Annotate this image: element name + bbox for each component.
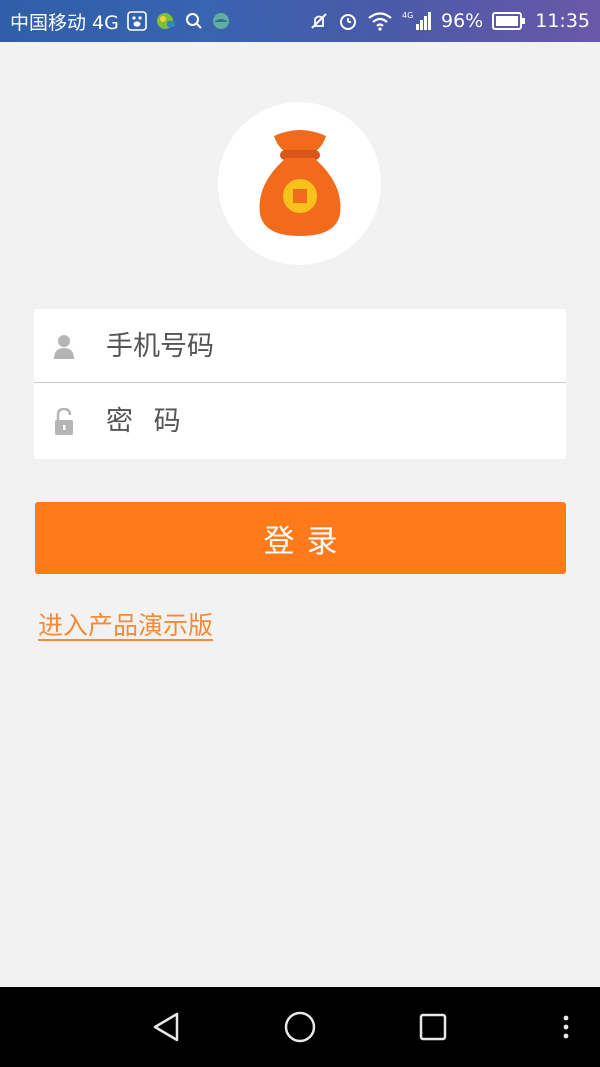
signal-icon: 4G	[402, 10, 432, 32]
lock-icon	[52, 407, 76, 436]
paw-app-icon	[127, 11, 147, 31]
game-app-icon	[155, 11, 177, 31]
battery-icon	[492, 12, 526, 30]
search-icon	[185, 12, 203, 30]
more-options-button[interactable]	[548, 1009, 584, 1045]
back-button[interactable]	[148, 1009, 184, 1045]
login-screen: 中国移动 4G 4G 96% 11:35 手机号码 登录 进入产品演示版	[0, 0, 600, 1067]
password-row	[34, 384, 566, 459]
alarm-icon	[338, 11, 358, 31]
recent-square-icon	[419, 1013, 447, 1041]
field-divider	[34, 382, 566, 383]
more-vertical-icon	[563, 1015, 569, 1039]
home-button[interactable]	[282, 1009, 318, 1045]
password-input[interactable]	[106, 396, 546, 447]
back-triangle-icon	[153, 1012, 179, 1042]
navigation-bar	[0, 987, 600, 1067]
phone-input[interactable]	[106, 321, 546, 372]
login-button[interactable]: 登录	[35, 502, 566, 574]
carrier-label: 中国移动 4G	[10, 11, 119, 34]
app-logo	[218, 102, 381, 265]
demo-version-link[interactable]: 进入产品演示版	[38, 606, 213, 642]
phone-row	[34, 309, 566, 384]
status-bar: 中国移动 4G 4G 96% 11:35	[0, 0, 600, 42]
user-icon	[52, 333, 76, 361]
clock: 11:35	[535, 10, 590, 32]
mute-icon	[309, 11, 329, 31]
login-form	[34, 309, 566, 459]
browser-app-icon	[211, 11, 231, 31]
wifi-icon	[367, 11, 393, 31]
battery-percent: 96%	[441, 10, 484, 32]
money-bag-icon	[250, 126, 350, 242]
home-circle-icon	[284, 1011, 316, 1043]
recent-apps-button[interactable]	[415, 1009, 451, 1045]
network-type-label: 4G	[402, 11, 413, 20]
